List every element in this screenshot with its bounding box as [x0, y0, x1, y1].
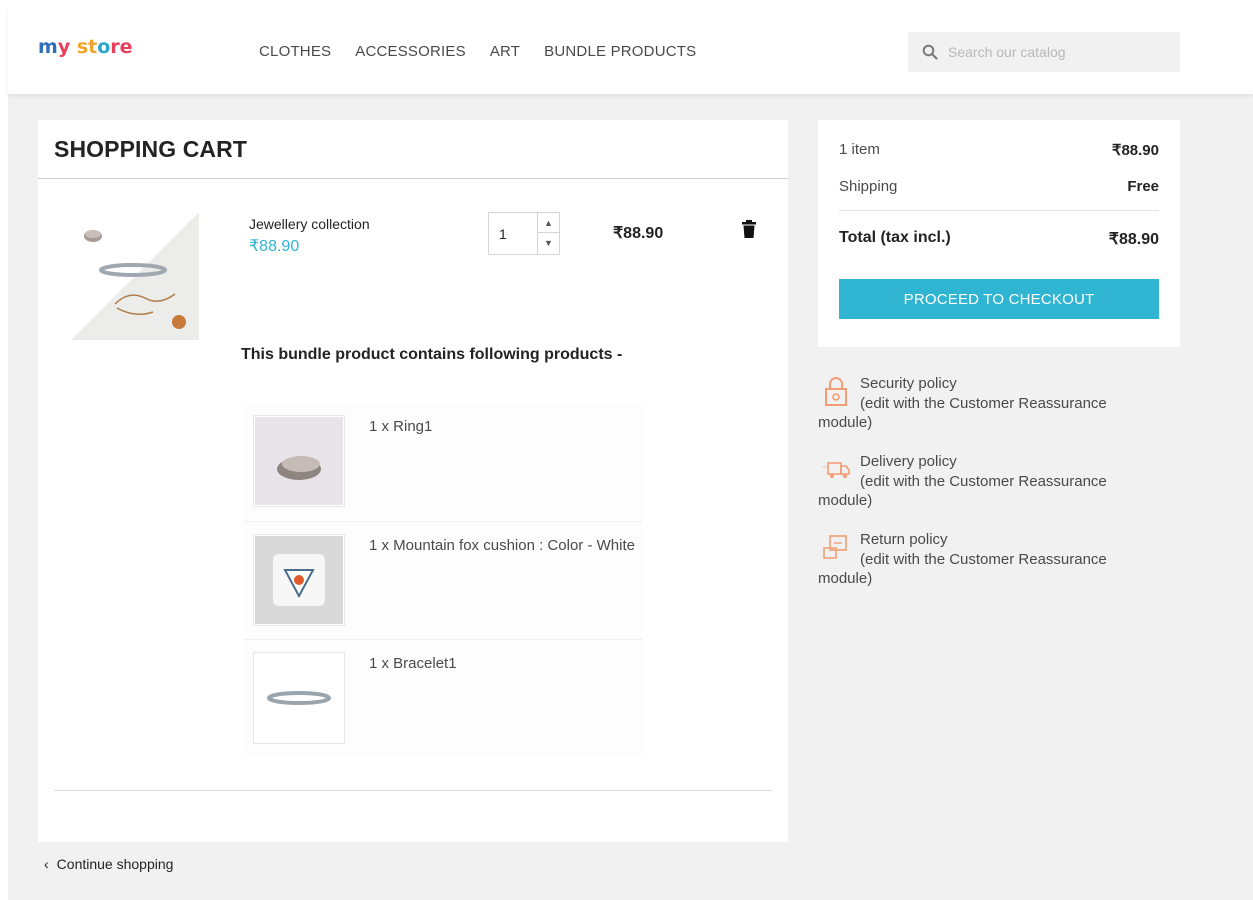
summary-shipping-value: Free	[1127, 178, 1159, 195]
reassurance-item-delivery: Delivery policy (edit with the Customer …	[818, 452, 1180, 530]
bundle-item-image[interactable]	[253, 652, 345, 744]
summary-items-row: 1 item ₹88.90	[839, 141, 1159, 159]
divider	[54, 790, 772, 791]
search-icon[interactable]	[922, 44, 938, 60]
bundle-item-image[interactable]	[253, 415, 345, 507]
trash-icon[interactable]	[742, 220, 756, 238]
bundle-item-label: 1 x Mountain fox cushion : Color - White	[369, 537, 635, 554]
reassurance-description: (edit with the Customer Reassurance modu…	[818, 551, 1107, 587]
nav-item-bundle-products[interactable]: BUNDLE PRODUCTS	[544, 43, 696, 60]
bundle-items-list: 1 x Ring1 1 x Mountain fox cushion : Col…	[243, 403, 643, 757]
nav-item-accessories[interactable]: ACCESSORIES	[355, 43, 466, 60]
summary-shipping-row: Shipping Free	[839, 178, 1159, 195]
quantity-stepper: ▲ ▼	[488, 212, 560, 255]
search-box	[908, 32, 1180, 72]
reassurance-title: Delivery policy	[860, 453, 957, 470]
reassurance-description: (edit with the Customer Reassurance modu…	[818, 473, 1107, 509]
reassurance-item-security: Security policy (edit with the Customer …	[818, 374, 1180, 452]
chevron-up-icon: ▲	[544, 217, 553, 228]
continue-shopping-link[interactable]: ‹ Continue shopping	[44, 856, 173, 872]
search-input[interactable]	[948, 44, 1168, 60]
summary-items-label: 1 item	[839, 141, 880, 158]
cart-summary: 1 item ₹88.90 Shipping Free Total (tax i…	[818, 120, 1180, 347]
summary-total-row: Total (tax incl.) ₹88.90	[839, 229, 1159, 249]
page-title: SHOPPING CART	[54, 136, 247, 162]
summary-items-value: ₹88.90	[1111, 142, 1159, 159]
list-item: 1 x Bracelet1	[243, 639, 643, 757]
quantity-input[interactable]	[489, 213, 537, 254]
list-item: 1 x Ring1	[243, 403, 643, 521]
summary-total-label: Total (tax incl.)	[839, 229, 951, 246]
product-image[interactable]	[71, 212, 199, 340]
nav-item-clothes[interactable]: CLOTHES	[259, 43, 331, 60]
bundle-item-label: 1 x Ring1	[369, 418, 433, 435]
reassurance-title: Return policy	[860, 531, 948, 548]
main-nav: CLOTHES ACCESSORIES ART BUNDLE PRODUCTS	[259, 43, 696, 60]
cart-panel: SHOPPING CART Jewellery collection ₹88.9…	[38, 120, 788, 842]
quantity-up-button[interactable]: ▲	[538, 213, 559, 233]
site-header: my store CLOTHES ACCESSORIES ART BUNDLE …	[8, 10, 1253, 94]
chevron-down-icon: ▼	[544, 238, 553, 248]
store-logo[interactable]: my store	[38, 36, 133, 58]
reassurance-block: Security policy (edit with the Customer …	[818, 374, 1180, 608]
bundle-heading: This bundle product contains following p…	[241, 346, 623, 363]
summary-shipping-label: Shipping	[839, 178, 898, 195]
reassurance-item-return: Return policy (edit with the Customer Re…	[818, 530, 1180, 608]
bundle-item-image[interactable]	[253, 534, 345, 626]
quantity-down-button[interactable]: ▼	[538, 233, 559, 253]
summary-total-value: ₹88.90	[1108, 231, 1159, 248]
product-name-link[interactable]: Jewellery collection	[249, 216, 370, 232]
chevron-left-icon: ‹	[44, 856, 49, 872]
list-item: 1 x Mountain fox cushion : Color - White	[243, 521, 643, 639]
reassurance-description: (edit with the Customer Reassurance modu…	[818, 395, 1107, 431]
product-price: ₹88.90	[249, 238, 300, 255]
divider	[839, 210, 1159, 211]
nav-item-art[interactable]: ART	[490, 43, 520, 60]
reassurance-title: Security policy	[860, 375, 957, 392]
bundle-item-label: 1 x Bracelet1	[369, 655, 457, 672]
proceed-to-checkout-button[interactable]: PROCEED TO CHECKOUT	[839, 279, 1159, 319]
divider	[38, 178, 788, 179]
line-total: ₹88.90	[613, 225, 664, 242]
